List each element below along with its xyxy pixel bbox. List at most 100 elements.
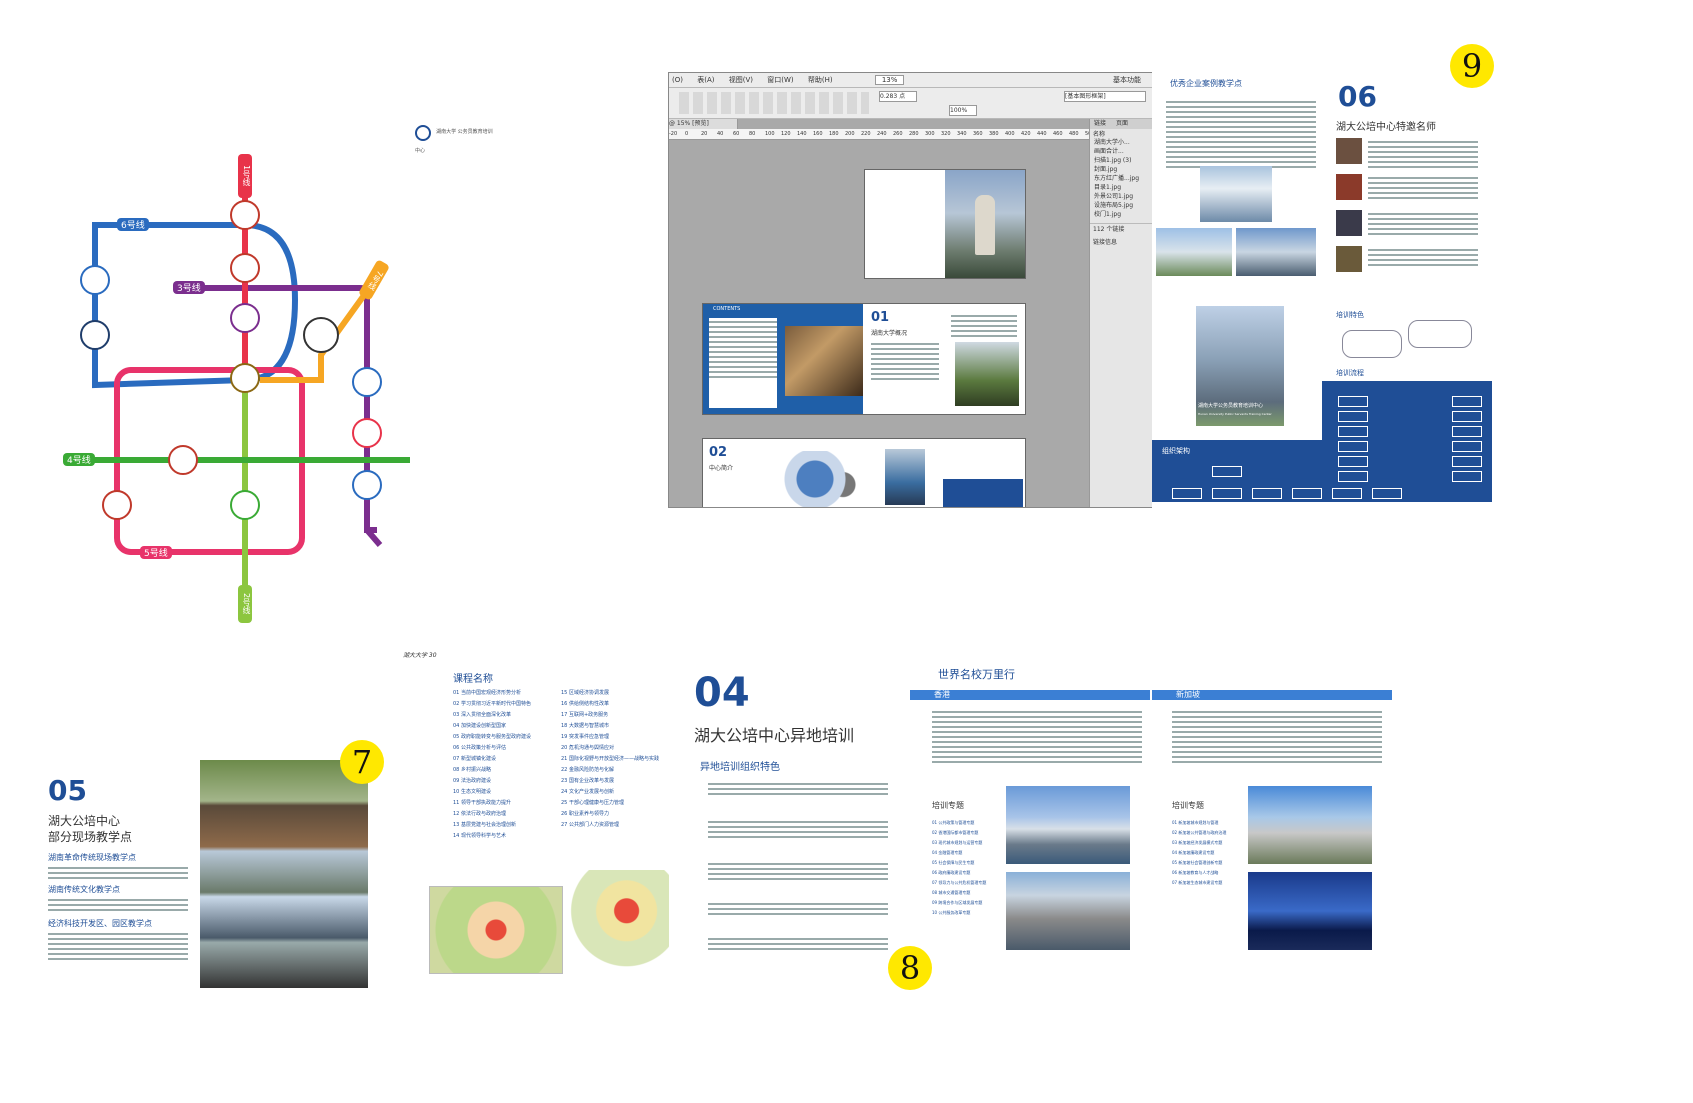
link-item[interactable]: 外景公司1.jpg — [1090, 192, 1155, 201]
link-item[interactable]: 校门1.jpg — [1090, 210, 1155, 219]
spread-01-title: 湖南大学概况 — [871, 330, 908, 337]
list-item: 03 新加坡经济发展模式专题 — [1172, 840, 1223, 845]
col-right-label: 新加坡 — [1176, 690, 1200, 699]
ruler-tick: 440 — [1037, 131, 1047, 137]
ruler-tick: 380 — [989, 131, 999, 137]
list-item: 03 现代城市规划与运营专题 — [932, 840, 983, 845]
object-style-field[interactable]: [基本图形框架] — [1064, 91, 1146, 102]
teacher-photo — [1336, 138, 1362, 164]
page9: 优秀企业案例教学点 06 湖大公培中心特邀名师 湖南大学公务员教育培训中心 Hu… — [1152, 66, 1492, 516]
spread-02-number: 02 — [709, 445, 728, 460]
page8-subtitle: 异地培训组织特色 — [700, 762, 780, 773]
course-list-left: 01 当前中国宏观经济形势分析 02 学习贯彻习近平新时代中国特色 03 深入贯彻全… — [453, 688, 563, 842]
page7-number: 05 — [48, 774, 87, 807]
org-box — [1338, 426, 1368, 437]
menu-item-view[interactable]: 视图(V) — [729, 76, 753, 84]
list-item: 20 危机沟通与舆情应对 — [561, 745, 614, 751]
list-item: 22 金融风险防范与化解 — [561, 767, 614, 773]
links-list: 湖南大学小... 画面合计... 扫描1.jpg (3) 封面.jpg 东方红广播...… — [1090, 138, 1155, 219]
ruler-tick: 320 — [941, 131, 951, 137]
contents-photos — [785, 326, 863, 396]
list-item: 03 深入贯彻全面深化改革 — [453, 712, 511, 718]
spread-center-intro[interactable]: 02 中心简介 — [702, 438, 1026, 507]
list-item: 14 现代领导科学与艺术 — [453, 833, 506, 839]
opacity-field[interactable]: 100% — [949, 105, 977, 116]
list-item: 27 公共部门人力资源管理 — [561, 822, 619, 828]
list-item: 09 法治政府建设 — [453, 778, 491, 784]
menu-item-table[interactable]: 表(A) — [697, 76, 714, 84]
link-item[interactable]: 扫描1.jpg (3) — [1090, 156, 1155, 165]
list-item: 06 公共政策分析与评估 — [453, 745, 506, 751]
spread-cover[interactable] — [864, 169, 1026, 279]
world-schools-page: 世界名校万里行 香港 新加坡 培训专题 培训专题 01 公共政策与管理专题 02 … — [910, 650, 1400, 990]
page8: 04 湖大公培中心异地培训 异地培训组织特色 — [690, 650, 900, 990]
stations — [80, 200, 382, 520]
list-item: 07 新型城镇化建设 — [453, 756, 496, 762]
teacher-photo — [1336, 210, 1362, 236]
metro-lines-svg — [65, 160, 410, 620]
contents-label: CONTENTS — [713, 306, 741, 312]
feature-bubbles — [1342, 320, 1482, 360]
list-item: 06 新加坡教育与人才战略 — [1172, 870, 1219, 875]
ruler-tick: 140 — [797, 131, 807, 137]
list-item: 19 突发事件应急管理 — [561, 734, 609, 740]
ruler-tick: 240 — [877, 131, 887, 137]
page9-sec1: 培训特色 — [1336, 311, 1364, 319]
link-item[interactable]: 画面合计... — [1090, 147, 1155, 156]
menu-item-window[interactable]: 窗口(W) — [767, 76, 793, 84]
link-item[interactable]: 东方红广播...jpg — [1090, 174, 1155, 183]
list-item: 06 政府廉政建设专题 — [932, 870, 971, 875]
page9-sec3: 组织架构 — [1162, 447, 1190, 455]
page8-text-4 — [708, 900, 888, 918]
page7-section3-text — [48, 930, 188, 963]
ruler-tick: 80 — [749, 131, 756, 137]
spread-contents[interactable]: CONTENTS 01 湖南大学概况 — [702, 303, 1026, 415]
badge-7: 7 — [340, 740, 384, 784]
list-item: 01 当前中国宏观经济形势分析 — [453, 690, 521, 696]
ruler-tick: 480 — [1069, 131, 1079, 137]
toolbar-icons — [679, 92, 869, 114]
panel-tab-pages[interactable]: 页面 — [1116, 120, 1128, 127]
page9-left-text — [1166, 98, 1316, 171]
line6-label: 6号线 — [117, 218, 149, 231]
link-item[interactable]: 封面.jpg — [1090, 165, 1155, 174]
page7-photo-grid — [200, 760, 368, 988]
page9-sec2: 培训流程 — [1336, 369, 1364, 377]
topic-left-title: 培训专题 — [932, 801, 964, 810]
spread-02-blue-panel — [943, 479, 1023, 507]
org-box — [1452, 396, 1482, 407]
building-sign-en: Hunan University Public Servants Trainin… — [1198, 412, 1272, 416]
page-marker: 湖大大学 30 — [403, 652, 437, 659]
link-item[interactable]: 目录1.jpg — [1090, 183, 1155, 192]
cover-image — [945, 170, 1025, 278]
menu-item-help[interactable]: 帮助(H) — [808, 76, 833, 84]
org-box — [1452, 441, 1482, 452]
panel-tab-links[interactable]: 链接 — [1094, 120, 1106, 127]
topic-right-title: 培训专题 — [1172, 801, 1204, 810]
page7-section1: 湖南革命传统现场教学点 — [48, 853, 136, 862]
menu-item-object[interactable]: (O) — [672, 76, 683, 84]
org-box — [1332, 488, 1362, 499]
stroke-field[interactable]: 0.283 点 — [879, 91, 917, 102]
document-tab[interactable]: @ 15% [预览] — [669, 119, 738, 129]
line1-label: 1号线 — [238, 154, 252, 198]
control-panel: 0.283 点 100% [基本图形框架] — [669, 88, 1155, 119]
links-header: 名称 — [1093, 131, 1106, 138]
badge-9: 9 — [1450, 44, 1494, 88]
zoom-select[interactable]: 13% — [874, 75, 905, 85]
page8-number: 04 — [694, 670, 750, 716]
line5-label: 5号线 — [140, 546, 172, 559]
org-box — [1292, 488, 1322, 499]
list-item: 24 文化产业发展与创新 — [561, 789, 614, 795]
hexagon-graphic — [783, 451, 863, 507]
page9-number: 06 — [1338, 80, 1377, 113]
org-box — [1338, 411, 1368, 422]
workspace-select[interactable]: 基本功能 — [1113, 73, 1141, 87]
link-item[interactable]: 湖南大学小... — [1090, 138, 1155, 147]
list-item: 04 金融管理专题 — [932, 850, 963, 855]
link-item[interactable]: 设施布局5.jpg — [1090, 201, 1155, 210]
ruler-tick: 460 — [1053, 131, 1063, 137]
page7-title-line2: 部分现场教学点 — [48, 830, 133, 844]
ruler-tick: 160 — [813, 131, 823, 137]
ruler-tick: 360 — [973, 131, 983, 137]
